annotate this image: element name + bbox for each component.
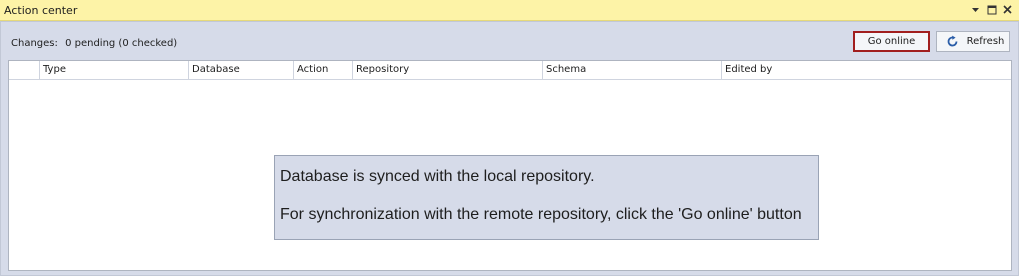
column-header-schema[interactable]: Schema (542, 61, 721, 79)
column-header-database[interactable]: Database (188, 61, 293, 79)
go-online-label: Go online (867, 36, 916, 47)
column-header-edited-by[interactable]: Edited by (721, 61, 1011, 79)
close-icon[interactable] (1001, 3, 1014, 16)
row-selector-header[interactable] (9, 61, 39, 79)
sync-status-message: Database is synced with the local reposi… (274, 155, 819, 240)
dropdown-arrow-icon[interactable] (969, 3, 982, 16)
titlebar: Action center (0, 0, 1019, 21)
refresh-label: Refresh (966, 36, 1005, 47)
maximize-icon[interactable] (985, 3, 998, 16)
grid-header: Type Database Action Repository Schema E… (9, 61, 1011, 80)
changes-value: 0 pending (0 checked) (65, 38, 178, 49)
column-header-action[interactable]: Action (293, 61, 352, 79)
refresh-button[interactable]: Refresh (936, 31, 1010, 52)
changes-summary: Changes: 0 pending (0 checked) (11, 38, 181, 49)
changes-label: Changes: (11, 38, 58, 49)
sync-message-line2: For synchronization with the remote repo… (280, 206, 802, 223)
column-header-repository[interactable]: Repository (352, 61, 542, 79)
column-header-type[interactable]: Type (39, 61, 188, 79)
refresh-icon (946, 35, 959, 48)
sync-message-line1: Database is synced with the local reposi… (280, 168, 595, 185)
window-title: Action center (4, 4, 78, 17)
go-online-button[interactable]: Go online (853, 31, 930, 52)
